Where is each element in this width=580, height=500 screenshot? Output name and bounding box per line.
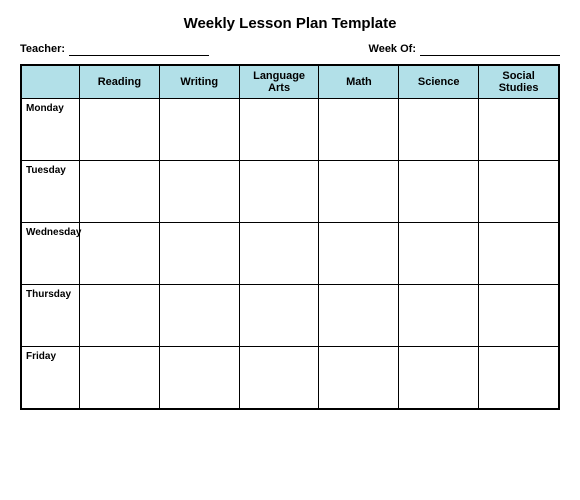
cell-friday-science[interactable] [399,347,479,409]
cell-wednesday-social_studies[interactable] [479,223,559,285]
cell-friday-reading[interactable] [80,347,160,409]
cell-thursday-writing[interactable] [159,285,239,347]
header-language-arts: Language Arts [239,66,319,99]
header-science: Science [399,66,479,99]
cell-monday-reading[interactable] [80,99,160,161]
week-of-field: Week Of: [369,42,560,56]
teacher-input-line[interactable] [69,42,209,56]
cell-thursday-language_arts[interactable] [239,285,319,347]
cell-tuesday-language_arts[interactable] [239,161,319,223]
cell-friday-math[interactable] [319,347,399,409]
cell-wednesday-reading[interactable] [80,223,160,285]
cell-wednesday-math[interactable] [319,223,399,285]
day-label-tuesday: Tuesday [22,161,80,223]
header-writing: Writing [159,66,239,99]
page-title: Weekly Lesson Plan Template [184,15,397,32]
cell-monday-language_arts[interactable] [239,99,319,161]
week-of-label: Week Of: [369,43,416,55]
cell-thursday-reading[interactable] [80,285,160,347]
cell-tuesday-social_studies[interactable] [479,161,559,223]
header-reading: Reading [80,66,160,99]
header-day [22,66,80,99]
header-math: Math [319,66,399,99]
cell-friday-social_studies[interactable] [479,347,559,409]
table-row: Monday [22,99,559,161]
cell-friday-language_arts[interactable] [239,347,319,409]
cell-thursday-science[interactable] [399,285,479,347]
cell-monday-writing[interactable] [159,99,239,161]
cell-monday-science[interactable] [399,99,479,161]
day-label-wednesday: Wednesday [22,223,80,285]
day-label-thursday: Thursday [22,285,80,347]
cell-tuesday-science[interactable] [399,161,479,223]
table-row: Friday [22,347,559,409]
week-of-input-line[interactable] [420,42,560,56]
cell-tuesday-math[interactable] [319,161,399,223]
cell-thursday-math[interactable] [319,285,399,347]
table-row: Wednesday [22,223,559,285]
lesson-plan-table: Reading Writing Language Arts Math Scien… [21,65,559,409]
cell-thursday-social_studies[interactable] [479,285,559,347]
header-row: Reading Writing Language Arts Math Scien… [22,66,559,99]
lesson-plan-table-container: Reading Writing Language Arts Math Scien… [20,64,560,410]
teacher-label: Teacher: [20,43,65,55]
cell-wednesday-language_arts[interactable] [239,223,319,285]
table-row: Tuesday [22,161,559,223]
teacher-field: Teacher: [20,42,209,56]
form-row: Teacher: Week Of: [20,42,560,56]
day-label-friday: Friday [22,347,80,409]
cell-wednesday-writing[interactable] [159,223,239,285]
cell-monday-social_studies[interactable] [479,99,559,161]
cell-wednesday-science[interactable] [399,223,479,285]
table-body: MondayTuesdayWednesdayThursdayFriday [22,99,559,409]
day-label-monday: Monday [22,99,80,161]
cell-friday-writing[interactable] [159,347,239,409]
cell-tuesday-writing[interactable] [159,161,239,223]
table-row: Thursday [22,285,559,347]
cell-monday-math[interactable] [319,99,399,161]
cell-tuesday-reading[interactable] [80,161,160,223]
header-social-studies: Social Studies [479,66,559,99]
